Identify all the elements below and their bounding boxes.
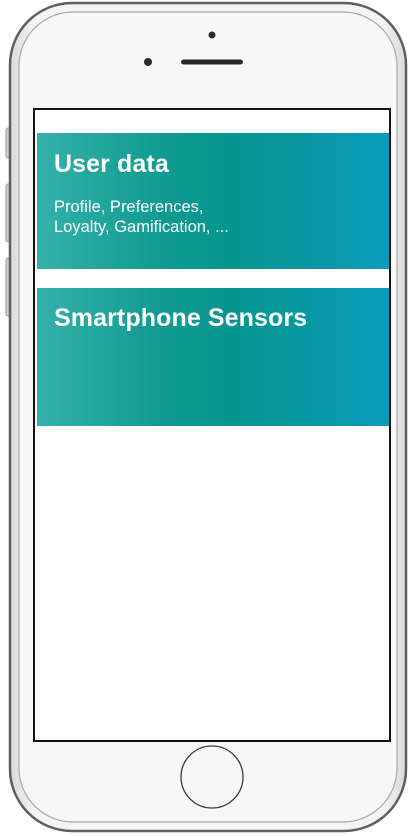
user-data-card: User data Profile, Preferences, Loyalty,…	[37, 133, 389, 269]
user-data-subtitle-line: Loyalty, Gamification, ...	[54, 218, 229, 236]
smartphone-sensors-title: Smartphone Sensors	[54, 304, 308, 332]
front-camera-icon	[144, 58, 152, 66]
smartphone-sensors-card: Smartphone Sensors	[37, 288, 389, 426]
user-data-subtitle-line: Profile, Preferences,	[54, 198, 204, 216]
proximity-sensor-icon	[208, 31, 216, 39]
user-data-subtitle: Profile, Preferences, Loyalty, Gamificat…	[54, 197, 229, 237]
phone-screen: User data Profile, Preferences, Loyalty,…	[35, 110, 389, 740]
speaker-icon	[181, 59, 243, 65]
user-data-title: User data	[54, 150, 169, 178]
